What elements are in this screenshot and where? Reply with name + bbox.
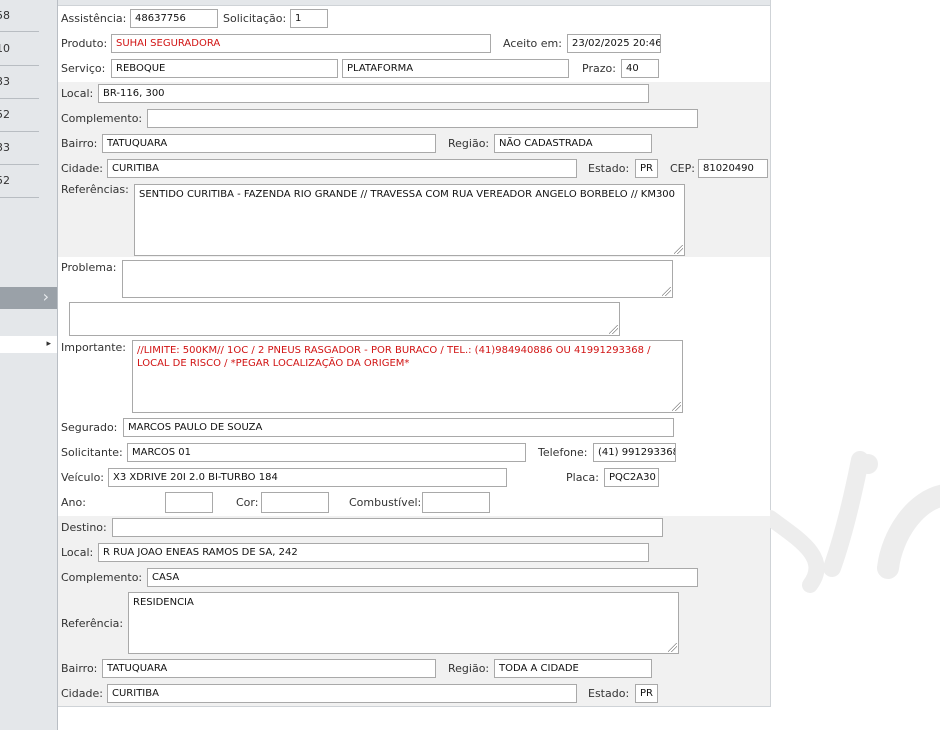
destino-estado-label: Estado: [588,687,630,700]
destino-bairro-label: Bairro: [61,662,98,675]
destino-cidade-field[interactable]: CURITIBA [107,684,577,703]
veiculo-field[interactable]: X3 XDRIVE 20I 2.0 BI-TURBO 184 [108,468,507,487]
destino-local-field[interactable]: R RUA JOAO ENEAS RAMOS DE SA, 242 [98,543,649,562]
produto-label: Produto: [61,37,108,50]
bairro-label: Bairro: [61,137,98,150]
sidebar-item[interactable]: 52 [0,99,39,132]
aceito-em-label: Aceito em: [503,37,562,50]
prazo-label: Prazo: [582,62,616,75]
solicitacao-label: Solicitação: [223,12,287,25]
referencias-label: Referências: [61,183,129,196]
cep-field[interactable]: 81020490 [698,159,768,178]
problema-label: Problema: [61,261,117,274]
destino-bairro-field[interactable]: TATUQUARA [102,659,436,678]
resize-grip-icon[interactable] [668,643,677,652]
destino-regiao-field[interactable]: TODA A CIDADE [494,659,652,678]
servico-field[interactable]: REBOQUE [111,59,338,78]
destino-local-label: Local: [61,546,94,559]
local-label: Local: [61,87,94,100]
destino-regiao-label: Região: [448,662,490,675]
destino-referencia-text: RESIDENCIA [133,597,194,608]
complemento-label: Complemento: [61,112,143,125]
cor-field[interactable] [261,492,329,513]
local-field[interactable]: BR-116, 300 [98,84,649,103]
resize-grip-icon[interactable] [674,245,683,254]
problema-textarea[interactable] [122,260,673,298]
destino-complemento-field[interactable]: CASA [147,568,698,587]
assistencia-label: Assistência: [61,12,127,25]
importante-label: Importante: [61,341,127,354]
estado-field[interactable]: PR [635,159,658,178]
resize-grip-icon[interactable] [609,325,618,334]
panel-header [58,0,770,6]
solicitacao-field[interactable]: 1 [290,9,328,28]
sidebar-item[interactable]: 33 [0,132,39,165]
cidade-field[interactable]: CURITIBA [107,159,577,178]
sidebar-collapse-button[interactable]: › [0,287,57,309]
sidebar: 58 10 33 52 33 52 › ▸ [0,0,58,730]
referencias-textarea[interactable]: SENTIDO CURITIBA - FAZENDA RIO GRANDE //… [134,184,685,256]
prazo-field[interactable]: 40 [621,59,659,78]
destino-label: Destino: [61,521,107,534]
solicitante-field[interactable]: MARCOS 01 [127,443,526,462]
observacao-textarea[interactable] [69,302,620,336]
aceito-em-field[interactable]: 23/02/2025 20:46 [567,34,661,53]
destino-complemento-label: Complemento: [61,571,143,584]
sidebar-selected-row[interactable]: ▸ [0,336,57,353]
ano-field[interactable] [165,492,213,513]
sidebar-item[interactable]: 52 [0,165,39,198]
placa-label: Placa: [566,471,599,484]
chevron-right-icon: › [42,287,49,306]
combustivel-label: Combustível: [349,496,422,509]
destino-field[interactable] [112,518,663,537]
complemento-field[interactable] [147,109,698,128]
referencias-text: SENTIDO CURITIBA - FAZENDA RIO GRANDE //… [139,189,676,200]
regiao-field[interactable]: NÃO CADASTRADA [494,134,652,153]
placa-field[interactable]: PQC2A30 [604,468,659,487]
resize-grip-icon[interactable] [662,287,671,296]
importante-text: //LIMITE: 500KM// 1OC / 2 PNEUS RASGADOR… [137,345,651,369]
cor-label: Cor: [236,496,259,509]
service-form: Assistência: 48637756 Solicitação: 1 Pro… [58,0,771,707]
veiculo-label: Veículo: [61,471,105,484]
estado-label: Estado: [588,162,630,175]
telefone-field[interactable]: (41) 991293368 [593,443,676,462]
brand-watermark-icon [770,451,940,593]
destino-cidade-label: Cidade: [61,687,103,700]
destino-referencia-label: Referência: [61,617,124,630]
sidebar-item[interactable]: 33 [0,66,39,99]
assistencia-field[interactable]: 48637756 [130,9,218,28]
servico-tipo-field[interactable]: PLATAFORMA [342,59,569,78]
cep-label: CEP: [670,162,695,175]
servico-label: Serviço: [61,62,106,75]
regiao-label: Região: [448,137,490,150]
combustivel-field[interactable] [422,492,490,513]
segurado-field[interactable]: MARCOS PAULO DE SOUZA [123,418,674,437]
ano-label: Ano: [61,496,86,509]
sidebar-item[interactable]: 58 [0,0,39,32]
resize-grip-icon[interactable] [672,402,681,411]
solicitante-label: Solicitante: [61,446,123,459]
destino-referencia-textarea[interactable]: RESIDENCIA [128,592,679,654]
segurado-label: Segurado: [61,421,118,434]
produto-field[interactable]: SUHAI SEGURADORA [111,34,491,53]
caret-right-icon: ▸ [46,339,51,349]
telefone-label: Telefone: [538,446,588,459]
bairro-field[interactable]: TATUQUARA [102,134,436,153]
importante-textarea[interactable]: //LIMITE: 500KM// 1OC / 2 PNEUS RASGADOR… [132,340,683,413]
destino-estado-field[interactable]: PR [635,684,658,703]
cidade-label: Cidade: [61,162,103,175]
sidebar-item[interactable]: 10 [0,33,39,66]
